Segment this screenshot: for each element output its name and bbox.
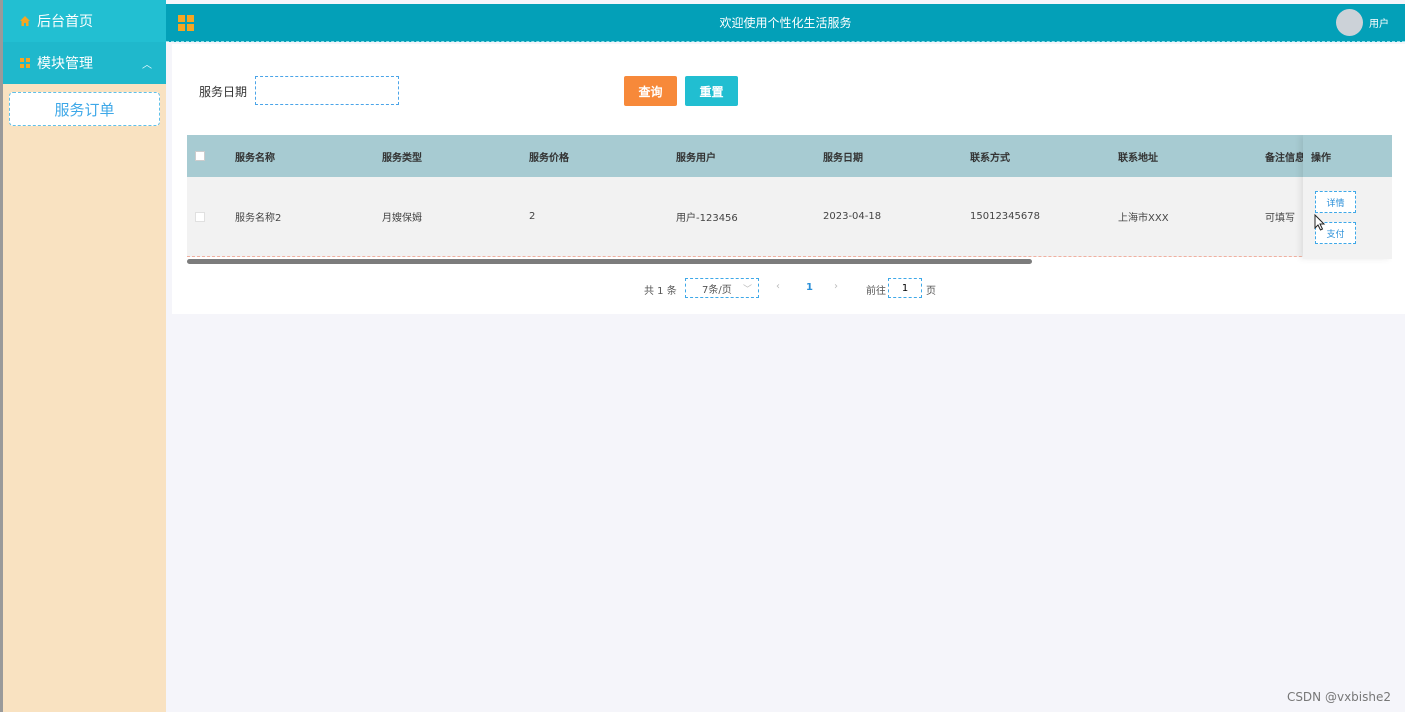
sidebar-item-module[interactable]: 模块管理 ︿ — [3, 42, 166, 84]
operation-column: 操作 详情 支付 — [1303, 135, 1392, 259]
page-number[interactable]: 1 — [806, 282, 813, 293]
cell-name: 服务名称2 — [235, 213, 282, 224]
sidebar: 后台首页 模块管理 ︿ 服务订单 — [0, 0, 166, 712]
chevron-down-icon: ﹀ — [742, 284, 752, 295]
cell-address: 上海市XXX — [1118, 213, 1169, 224]
pagination: 共 1 条 7条/页 ﹀ ‹ 1 › 前往 页 — [172, 278, 1405, 298]
cell-date: 2023-04-18 — [823, 211, 882, 222]
table-row: 服务名称2 月嫂保姆 2 用户-123456 2023-04-18 150123… — [187, 177, 1392, 257]
mouse-cursor-icon — [1314, 214, 1326, 231]
menu-grid-icon[interactable] — [178, 14, 194, 31]
table-horizontal-scrollbar[interactable] — [187, 259, 1032, 264]
col-header[interactable]: 服务名称 — [235, 149, 275, 164]
reset-button[interactable]: 重置 — [685, 76, 738, 106]
sidebar-item-label: 后台首页 — [37, 14, 93, 30]
goto-page-input[interactable] — [888, 278, 922, 298]
header-title: 欢迎使用个性化生活服务 — [719, 16, 852, 30]
main-card: 服务日期 查询 重置 服务名称 服务类型 服务价格 服务用户 服务日期 联系方式… — [172, 44, 1405, 314]
pagination-total: 共 1 条 — [644, 286, 677, 297]
user-menu[interactable]: 用户 — [1336, 9, 1389, 36]
avatar — [1336, 9, 1363, 36]
orders-table: 服务名称 服务类型 服务价格 服务用户 服务日期 联系方式 联系地址 备注信息 … — [187, 135, 1392, 265]
sidebar-item-label: 模块管理 — [37, 56, 93, 72]
table-header: 服务名称 服务类型 服务价格 服务用户 服务日期 联系方式 联系地址 备注信息 — [187, 135, 1392, 177]
top-header: 欢迎使用个性化生活服务 用户 — [166, 4, 1405, 42]
query-button[interactable]: 查询 — [624, 76, 677, 106]
col-header[interactable]: 服务价格 — [529, 149, 569, 164]
col-header[interactable]: 服务用户 — [676, 149, 716, 164]
chevron-up-icon: ︿ — [142, 59, 152, 71]
cell-type: 月嫂保姆 — [382, 213, 422, 224]
cell-user: 用户-123456 — [676, 213, 738, 224]
goto-suffix: 页 — [926, 286, 936, 297]
select-all-checkbox[interactable] — [195, 151, 205, 161]
col-header[interactable]: 备注信息 — [1265, 149, 1305, 164]
col-header[interactable]: 联系地址 — [1118, 149, 1158, 164]
grid-icon — [20, 58, 30, 68]
col-header: 操作 — [1303, 135, 1392, 177]
sidebar-submenu: 服务订单 — [3, 84, 166, 130]
service-date-label: 服务日期 — [199, 85, 248, 99]
next-page-icon[interactable]: › — [834, 281, 838, 292]
service-date-input[interactable] — [255, 76, 399, 105]
user-label: 用户 — [1369, 19, 1389, 30]
home-icon — [20, 16, 30, 26]
prev-page-icon[interactable]: ‹ — [776, 281, 780, 292]
page-size-value: 7条/页 — [702, 284, 732, 296]
col-header[interactable]: 联系方式 — [970, 149, 1010, 164]
cell-phone: 15012345678 — [970, 211, 1040, 222]
sidebar-item-home[interactable]: 后台首页 — [3, 0, 166, 42]
col-header[interactable]: 服务类型 — [382, 149, 422, 164]
detail-button[interactable]: 详情 — [1315, 191, 1356, 213]
col-header[interactable]: 服务日期 — [823, 149, 863, 164]
cell-price: 2 — [529, 211, 536, 222]
cell-remark: 可填写 — [1265, 213, 1295, 224]
page-size-select[interactable]: 7条/页 ﹀ — [685, 278, 759, 298]
sidebar-item-service-order[interactable]: 服务订单 — [9, 92, 160, 126]
watermark: CSDN @vxbishe2 — [1286, 690, 1391, 704]
row-checkbox[interactable] — [195, 211, 205, 222]
goto-label: 前往 — [866, 286, 886, 297]
